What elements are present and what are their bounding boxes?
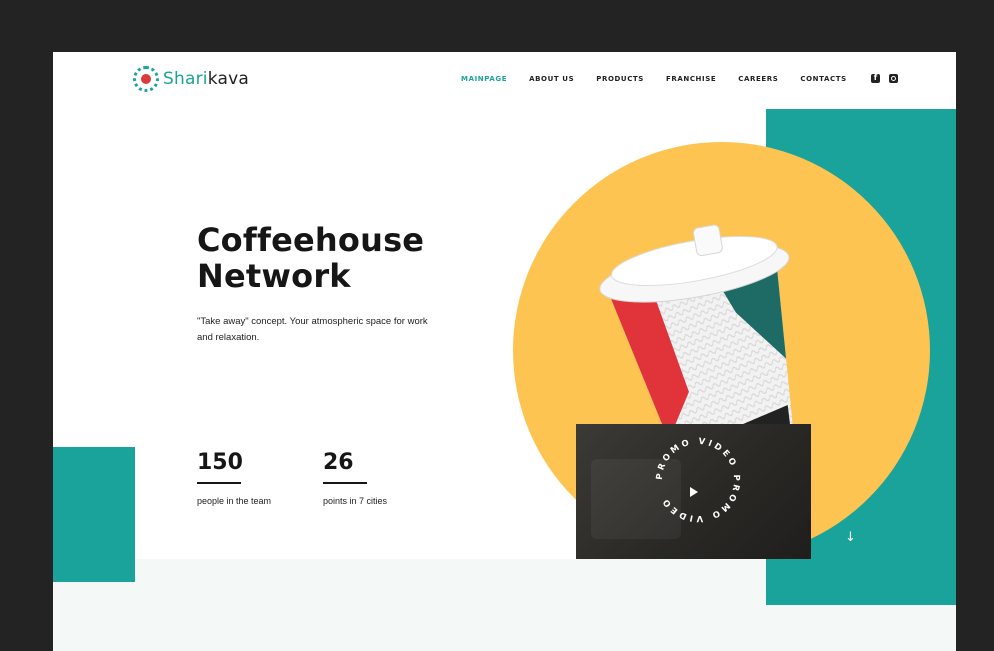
promo-video-ring: PROMO VIDEO PROMO VIDEO [655, 437, 741, 523]
hero-title: Coffeehouse Network [197, 222, 497, 294]
nav-item-careers[interactable]: CAREERS [738, 75, 778, 83]
stat-label: people in the team [197, 496, 272, 506]
nav-item-franchise[interactable]: FRANCHISE [666, 75, 716, 83]
stat-value: 26 [323, 450, 367, 484]
hero-title-line-1: Coffeehouse [197, 221, 425, 259]
teal-accent-block-left [53, 447, 135, 582]
promo-video-ring-text: PROMO VIDEO PROMO VIDEO [655, 437, 738, 523]
nav-item-mainpage[interactable]: MAINPAGE [461, 75, 507, 83]
social-links [870, 73, 898, 83]
logo-text: Sharikava [163, 69, 249, 89]
facebook-icon[interactable] [870, 73, 880, 83]
stat-points: 26 points in 7 cities [323, 450, 387, 506]
hero-title-line-2: Network [197, 257, 351, 295]
svg-text:PROMO VIDEO PROMO VIDEO: PROMO VIDEO PROMO VIDEO [655, 437, 741, 523]
hero-subtitle: "Take away" concept. Your atmospheric sp… [197, 316, 428, 343]
logo-emblem-icon [133, 66, 159, 92]
landing-page: Sharikava MAINPAGE ABOUT US PRODUCTS FRA… [53, 52, 956, 651]
logo[interactable]: Sharikava [133, 66, 249, 92]
instagram-icon[interactable] [888, 74, 898, 83]
stat-value: 150 [197, 450, 243, 484]
nav-item-products[interactable]: PRODUCTS [596, 75, 644, 83]
stat-label: points in 7 cities [323, 496, 388, 506]
stat-team: 150 people in the team [197, 450, 271, 506]
nav-item-about-us[interactable]: ABOUT US [529, 75, 574, 83]
main-nav: MAINPAGE ABOUT US PRODUCTS FRANCHISE CAR… [461, 73, 898, 83]
play-icon[interactable] [690, 487, 698, 497]
promo-video-thumbnail[interactable]: PROMO VIDEO PROMO VIDEO [576, 424, 811, 559]
nav-item-contacts[interactable]: CONTACTS [800, 75, 846, 83]
scroll-down-arrow-icon[interactable]: ↓ [845, 530, 856, 545]
